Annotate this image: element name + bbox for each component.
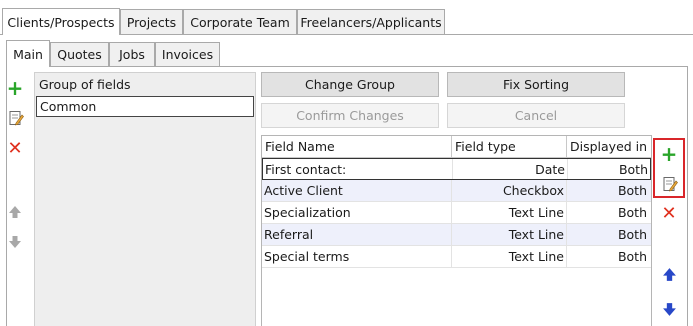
cell-displayed-in: Both [617,183,647,198]
cell-field-name: Active Client [264,183,343,198]
move-group-down-arrow-down-icon[interactable] [6,233,24,251]
groups-list[interactable]: Group of fields Common [34,72,256,326]
cell-field-name: Special terms [264,249,350,264]
cell-field-type: Text Line [508,205,564,220]
confirm-changes-button[interactable]: Confirm Changes [261,103,439,128]
fix-sorting-button[interactable]: Fix Sorting [447,72,625,97]
table-row[interactable]: First contact: Date Both [262,158,651,180]
edit-group-edit-icon[interactable] [7,109,25,127]
column-header-displayed-in[interactable]: Displayed in [567,136,651,158]
table-row[interactable]: Referral Text Line Both [262,224,651,246]
fields-grid[interactable]: Field Name Field type Displayed in First… [261,135,652,326]
cell-displayed-in: Both [617,205,647,220]
cell-displayed-in: Both [617,227,647,242]
edit-field-edit-icon[interactable] [661,175,679,193]
cell-field-type: Text Line [508,227,564,242]
column-header-field-name[interactable]: Field Name [262,136,452,158]
delete-group-delete-icon[interactable]: ✕ [6,140,24,158]
tab-projects[interactable]: Projects [120,9,183,34]
cell-field-name: First contact: [265,162,347,177]
table-row[interactable]: Specialization Text Line Both [262,202,651,224]
table-row[interactable]: Special terms Text Line Both [262,246,651,268]
grid-header: Field Name Field type Displayed in [262,136,651,158]
cell-field-type: Text Line [508,249,564,264]
tab-main[interactable]: Main [6,40,50,67]
groups-list-header: Group of fields [39,77,131,92]
cell-field-name: Referral [264,227,314,242]
cancel-button[interactable]: Cancel [447,103,625,128]
cell-field-type: Checkbox [502,183,564,198]
group-item-common[interactable]: Common [36,96,254,117]
add-group-plus-icon[interactable]: + [6,78,24,98]
tab-quotes[interactable]: Quotes [50,42,109,66]
cell-field-type: Date [535,162,565,177]
table-row[interactable]: Active Client Checkbox Both [262,180,651,202]
change-group-button[interactable]: Change Group [261,72,439,97]
cell-field-name: Specialization [264,205,351,220]
tab-invoices[interactable]: Invoices [155,42,220,66]
tab-freelancers-applicants[interactable]: Freelancers/Applicants [297,9,445,34]
tab-jobs[interactable]: Jobs [109,42,155,66]
move-field-up-arrow-up-icon[interactable] [660,265,678,283]
tab-clients-prospects[interactable]: Clients/Prospects [2,8,120,35]
move-field-down-arrow-down-icon[interactable] [660,300,678,318]
add-field-plus-icon[interactable]: + [660,144,678,164]
cell-displayed-in: Both [618,162,648,177]
tab-corporate-team[interactable]: Corporate Team [183,9,297,34]
cell-displayed-in: Both [617,249,647,264]
delete-field-delete-icon[interactable]: ✕ [660,205,678,223]
move-group-up-arrow-up-icon[interactable] [6,203,24,221]
column-header-field-type[interactable]: Field type [452,136,567,158]
